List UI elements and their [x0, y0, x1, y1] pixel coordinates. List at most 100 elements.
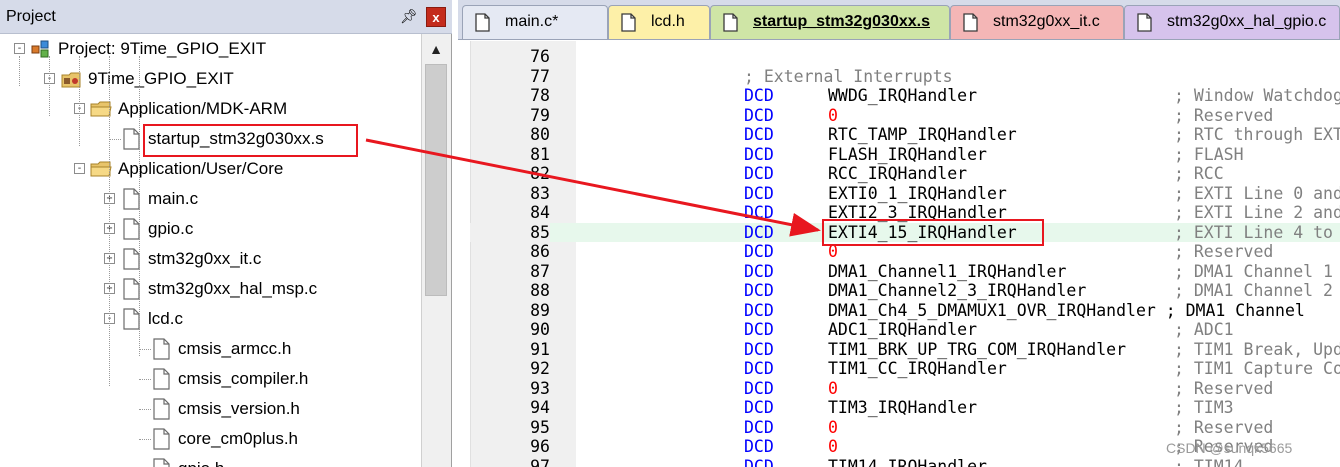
tree-item-label: stm32g0xx_it.c: [148, 249, 262, 268]
code-directive: DCD: [744, 125, 774, 144]
code-line[interactable]: 90 DCD ADC1_IRQHandler ; ADC1: [470, 320, 1340, 340]
panel-header: Project 📌︎ x: [0, 0, 452, 34]
editor-tab[interactable]: stm32g0xx_hal_gpio.c: [1124, 5, 1340, 39]
code-line[interactable]: 91 DCD TIM1_BRK_UP_TRG_COM_IRQHandler ; TIM…: [470, 340, 1340, 360]
scroll-up-icon[interactable]: ▲: [425, 38, 447, 60]
code-directive: DCD: [744, 144, 774, 164]
code-handler: 0: [828, 378, 838, 398]
line-number: 82: [530, 164, 550, 183]
code-comment: ; TIM1 Capture Com: [1174, 359, 1340, 378]
tree-item-label: gpio.c: [148, 219, 194, 238]
code-line[interactable]: 87 DCD DMA1_Channel1_IRQHandler ; DMA1 Chan…: [470, 262, 1340, 282]
tree-item[interactable]: + main.c: [0, 184, 420, 214]
code-line[interactable]: 78 DCD WWDG_IRQHandler ; Window Watchdog: [470, 86, 1340, 106]
tree-item[interactable]: - lcd.c: [0, 304, 420, 334]
file-icon: [1137, 13, 1152, 32]
code-comment: ; Reserved: [1174, 105, 1274, 125]
code-comment: ; DMA1 Channel 2 a: [1174, 281, 1340, 300]
tree-item[interactable]: - Project: 9Time_GPIO_EXIT: [0, 34, 420, 64]
file-icon: [621, 13, 636, 32]
tree-item-label: main.c: [148, 189, 199, 208]
code-comment: ; RCC: [1174, 164, 1224, 183]
tree-item[interactable]: cmsis_compiler.h: [0, 364, 420, 394]
code-line[interactable]: 77 ; External Interrupts: [470, 67, 1340, 87]
code-directive: DCD: [744, 86, 774, 105]
close-icon[interactable]: x: [426, 7, 446, 27]
code-handler: RCC_IRQHandler: [828, 164, 968, 183]
code-line[interactable]: 97 DCD TIM14_IRQHandler ; TIM14: [470, 457, 1340, 467]
line-number: 83: [530, 183, 550, 203]
code-line[interactable]: 81 DCD FLASH_IRQHandler ; FLASH: [470, 145, 1340, 165]
code-comment: ; Reserved: [1174, 242, 1274, 261]
tab-bar: main.c* lcd.h startup_stm32g030xx.s stm32g0…: [458, 0, 1340, 40]
tree-item-label: cmsis_armcc.h: [178, 339, 292, 358]
collapse-icon[interactable]: -: [74, 163, 85, 174]
tree-item[interactable]: + stm32g0xx_hal_msp.c: [0, 274, 420, 304]
code-handler: FLASH_IRQHandler: [828, 144, 987, 164]
code-line[interactable]: 88 DCD DMA1_Channel2_3_IRQHandler ; DMA1 Ch…: [470, 281, 1340, 301]
pin-icon[interactable]: 📌︎: [400, 7, 418, 25]
tree-item[interactable]: cmsis_version.h: [0, 394, 420, 424]
code-line[interactable]: 82 DCD RCC_IRQHandler ; RCC: [470, 164, 1340, 184]
code-handler: WWDG_IRQHandler: [828, 86, 978, 105]
tree-guide: [19, 56, 20, 86]
collapse-icon[interactable]: -: [14, 43, 25, 54]
code-handler: DMA1_Channel1_IRQHandler: [828, 261, 1067, 281]
tree-item[interactable]: - Application/MDK-ARM: [0, 94, 420, 124]
code-comment: ; EXTI Line 2 and: [1174, 203, 1340, 222]
code-handler: DMA1_Ch4_5_DMAMUX1_OVR_IRQHandler ; DMA1…: [828, 300, 1305, 320]
project-panel: Project 📌︎ x - Project: 9Time_GPIO_EXIT -9…: [0, 0, 452, 467]
code-area[interactable]: 76 77 ; External Interrupts 78 DCD WWDG_IRQHa…: [458, 41, 1340, 467]
code-line[interactable]: 80 DCD RTC_TAMP_IRQHandler ; RTC through EX…: [470, 125, 1340, 145]
scroll-thumb[interactable]: [425, 64, 447, 296]
code-handler: EXTI0_1_IRQHandler: [828, 183, 1007, 203]
code-handler: 0: [828, 105, 838, 125]
line-number: 85: [470, 222, 550, 242]
code-line[interactable]: 83 DCD EXTI0_1_IRQHandler ; EXTI Line 0 and: [470, 184, 1340, 204]
editor-tab[interactable]: lcd.h: [608, 5, 710, 39]
tree-item[interactable]: core_cm0plus.h: [0, 424, 420, 454]
tree-item-label: stm32g0xx_hal_msp.c: [148, 279, 318, 298]
code-comment: ; EXTI Line 0 and: [1174, 183, 1340, 203]
line-number: 93: [530, 378, 550, 398]
code-handler: TIM14_IRQHandler: [828, 456, 987, 467]
code-line[interactable]: 76: [470, 47, 1340, 67]
file-icon: [475, 13, 490, 32]
code-directive: DCD: [744, 222, 774, 242]
editor-tab[interactable]: startup_stm32g030xx.s: [710, 5, 950, 39]
code-comment: ; ADC1: [1174, 320, 1234, 339]
line-number: 77: [530, 66, 550, 86]
code-directive: DCD: [744, 183, 774, 203]
code-comment: ; Reserved: [1174, 417, 1274, 437]
editor-tab[interactable]: stm32g0xx_it.c: [950, 5, 1124, 39]
tree-item[interactable]: -9Time_GPIO_EXIT: [0, 64, 420, 94]
code-line[interactable]: 92 DCD TIM1_CC_IRQHandler ; TIM1 Capture Co…: [470, 359, 1340, 379]
code-directive: DCD: [744, 320, 774, 339]
code-line[interactable]: 95 DCD 0 ; Reserved: [470, 418, 1340, 438]
tree-item[interactable]: cmsis_armcc.h: [0, 334, 420, 364]
tab-label: stm32g0xx_it.c: [993, 13, 1100, 30]
code-line[interactable]: 94 DCD TIM3_IRQHandler ; TIM3: [470, 398, 1340, 418]
tree-item[interactable]: - Application/User/Core: [0, 154, 420, 184]
code-directive: DCD: [744, 359, 774, 378]
code-directive: DCD: [744, 261, 774, 281]
file-icon: [963, 13, 978, 32]
code-comment: ; TIM3: [1174, 398, 1234, 417]
callout-box-handler: [822, 219, 1044, 246]
line-number: 80: [530, 125, 550, 144]
tree-item[interactable]: + gpio.c: [0, 214, 420, 244]
code-handler: RTC_TAMP_IRQHandler: [828, 125, 1017, 144]
editor-tab[interactable]: main.c*: [462, 5, 608, 39]
code-line[interactable]: 93 DCD 0 ; Reserved: [470, 379, 1340, 399]
panel-title: Project: [6, 8, 56, 25]
code-line[interactable]: 89 DCD DMA1_Ch4_5_DMAMUX1_OVR_IRQHandler ;…: [470, 301, 1340, 321]
code-directive: DCD: [744, 281, 774, 300]
watermark: CSDN @sunqk5665: [1166, 440, 1293, 456]
tree-item[interactable]: gpio.h: [0, 454, 420, 467]
code-comment: ; RTC through EXTI: [1174, 125, 1340, 144]
code-line[interactable]: 79 DCD 0 ; Reserved: [470, 106, 1340, 126]
code-handler: TIM1_BRK_UP_TRG_COM_IRQHandler: [828, 339, 1127, 359]
tree-item[interactable]: + stm32g0xx_it.c: [0, 244, 420, 274]
tree-scrollbar[interactable]: ▲: [421, 34, 451, 467]
line-number: 81: [530, 144, 550, 164]
